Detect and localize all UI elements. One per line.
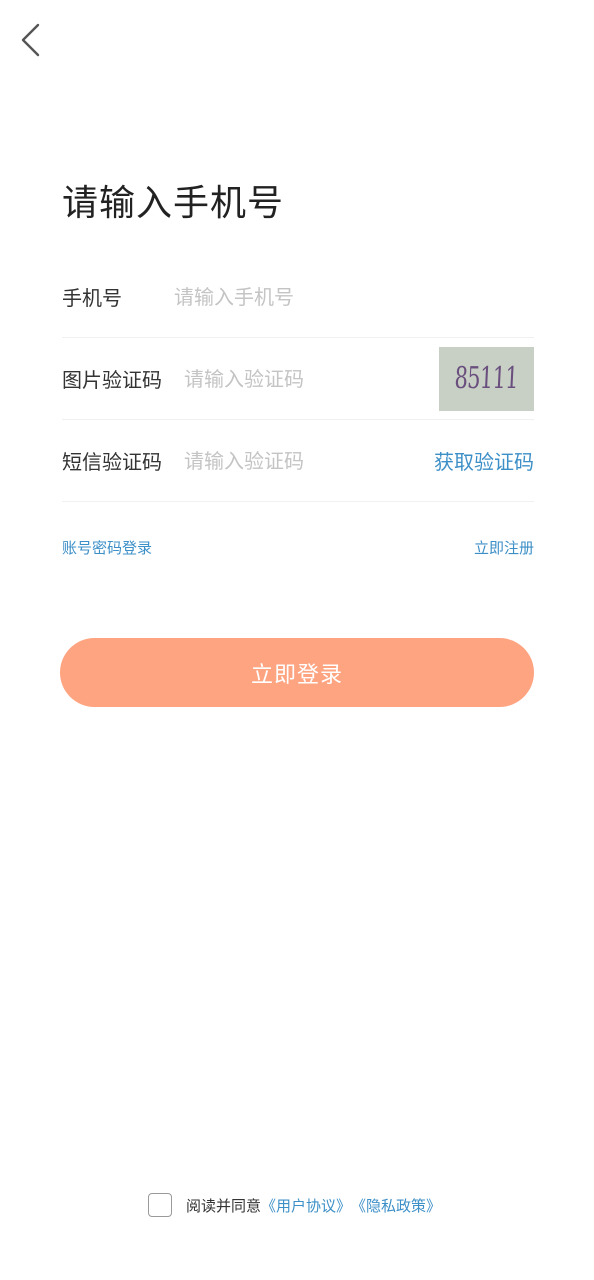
sms-code-label: 短信验证码 (62, 450, 162, 474)
register-link[interactable]: 立即注册 (474, 537, 534, 558)
chevron-left-icon (21, 23, 40, 57)
back-button[interactable] (12, 20, 48, 60)
privacy-policy-link[interactable]: 《隐私政策》 (351, 1195, 441, 1216)
image-captcha-label: 图片验证码 (62, 368, 162, 392)
captcha-text: 85111 (453, 361, 520, 396)
login-form: 手机号 图片验证码 85111 短信验证码 获取验证码 (62, 256, 534, 502)
get-code-button[interactable]: 获取验证码 (434, 446, 534, 475)
sms-code-input[interactable] (184, 448, 434, 473)
captcha-image[interactable]: 85111 (439, 346, 534, 411)
image-captcha-input[interactable] (184, 366, 439, 391)
login-button[interactable]: 立即登录 (60, 638, 534, 707)
agreement: 阅读并同意 《用户协议》 《隐私政策》 (148, 1193, 441, 1217)
password-login-link[interactable]: 账号密码登录 (62, 537, 152, 558)
page-title: 请输入手机号 (62, 183, 285, 224)
user-agreement-link[interactable]: 《用户协议》 (261, 1195, 351, 1216)
phone-label: 手机号 (62, 286, 122, 310)
login-page: 请输入手机号 手机号 图片验证码 85111 短信验证码 获取验证码 账号密码登… (0, 0, 594, 1280)
phone-input[interactable] (174, 284, 534, 309)
sms-code-row: 短信验证码 获取验证码 (62, 420, 534, 502)
login-links: 账号密码登录 立即注册 (62, 537, 534, 558)
agreement-prefix: 阅读并同意 (186, 1196, 262, 1215)
agreement-checkbox[interactable] (148, 1193, 172, 1217)
image-captcha-row: 图片验证码 85111 (62, 338, 534, 420)
phone-row: 手机号 (62, 256, 534, 338)
